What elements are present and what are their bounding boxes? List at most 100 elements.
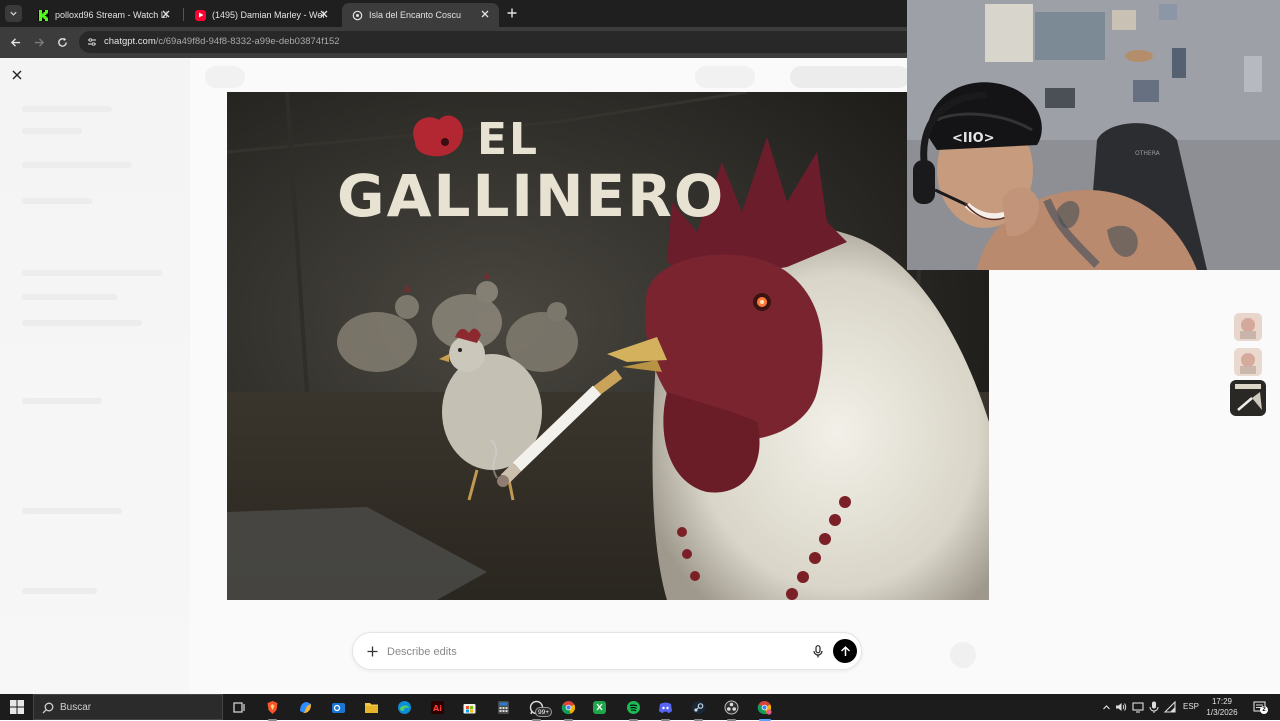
generated-image[interactable]: EL GALLINERO bbox=[227, 92, 989, 600]
close-icon bbox=[12, 70, 22, 80]
windows-taskbar: Buscar Ai 99+ ESP 17:29 1/3/2026 2 bbox=[0, 694, 1280, 721]
thumbnail-image bbox=[1234, 313, 1262, 341]
thumbnail-image bbox=[1234, 348, 1262, 376]
tab-title: (1495) Damian Marley - Welcom bbox=[212, 10, 324, 20]
taskbar-evernote[interactable] bbox=[590, 698, 609, 717]
rooster-smoking-illustration: EL GALLINERO bbox=[227, 92, 989, 600]
search-icon bbox=[42, 702, 54, 714]
taskbar-adobe[interactable]: Ai bbox=[428, 698, 447, 717]
taskbar-file-explorer[interactable] bbox=[362, 698, 381, 717]
taskbar-chrome-profile[interactable] bbox=[755, 698, 774, 721]
url-domain: chatgpt.com bbox=[104, 36, 156, 47]
tab-kick[interactable]: polloxd96 Stream - Watch Live bbox=[28, 3, 180, 27]
whatsapp-badge: 99+ bbox=[535, 707, 553, 717]
youtube-icon bbox=[195, 9, 206, 21]
edge-icon bbox=[398, 701, 411, 714]
tab-chatgpt[interactable]: Isla del Encanto Coscu bbox=[342, 3, 499, 27]
taskbar-whatsapp[interactable]: 99+ bbox=[527, 698, 553, 721]
address-bar[interactable]: chatgpt.com/c/69a49f8d-94f8-8332-a99e-de… bbox=[79, 31, 919, 53]
close-viewer-button[interactable] bbox=[11, 69, 23, 81]
taskbar-obs[interactable] bbox=[722, 698, 741, 721]
brave-icon bbox=[267, 701, 278, 714]
site-settings-icon[interactable] bbox=[87, 37, 97, 47]
taskbar-steam[interactable] bbox=[689, 698, 708, 721]
tab-divider bbox=[183, 8, 184, 21]
notification-center-button[interactable]: 2 bbox=[1253, 700, 1268, 714]
taskbar-chrome[interactable] bbox=[559, 698, 578, 721]
background-header-item bbox=[790, 66, 910, 88]
microphone-icon bbox=[1149, 701, 1159, 713]
system-clock[interactable]: 17:29 1/3/2026 bbox=[1200, 696, 1244, 718]
folder-icon bbox=[365, 703, 378, 713]
image-thumbnail[interactable] bbox=[1234, 313, 1262, 341]
add-attachment-button[interactable] bbox=[365, 644, 379, 658]
reload-icon bbox=[57, 37, 67, 47]
forward-button[interactable] bbox=[32, 35, 46, 49]
send-button[interactable] bbox=[833, 639, 857, 663]
windows-start-icon[interactable] bbox=[10, 700, 24, 714]
tray-display[interactable] bbox=[1132, 701, 1144, 713]
chrome-profile-icon bbox=[757, 701, 772, 715]
taskbar-calculator[interactable] bbox=[494, 698, 513, 717]
svg-text:Ai: Ai bbox=[433, 704, 442, 713]
close-tab-icon[interactable] bbox=[479, 8, 491, 20]
logo-word-el: EL bbox=[477, 114, 539, 165]
thumbnail-image bbox=[1230, 380, 1266, 416]
taskbar-discord[interactable] bbox=[656, 698, 675, 721]
tab-title: polloxd96 Stream - Watch Live bbox=[55, 10, 167, 20]
url-path: /c/69a49f8d-94f8-8332-a99e-deb03874f152 bbox=[155, 36, 340, 47]
tray-volume[interactable] bbox=[1115, 701, 1127, 713]
plus-icon bbox=[367, 646, 377, 656]
kick-icon bbox=[38, 9, 49, 21]
tab-title: Isla del Encanto Coscu bbox=[369, 10, 462, 20]
speaker-icon bbox=[1116, 703, 1127, 711]
plus-icon bbox=[507, 8, 517, 18]
microphone-button[interactable] bbox=[811, 643, 825, 659]
image-thumbnail-selected[interactable] bbox=[1230, 380, 1266, 416]
taskbar-search-box[interactable]: Buscar bbox=[33, 694, 223, 720]
taskbar-store[interactable] bbox=[460, 698, 479, 717]
background-header-item bbox=[695, 66, 755, 88]
cap-logo: <IIO> bbox=[952, 131, 995, 146]
monitor-icon bbox=[1132, 702, 1144, 713]
back-button[interactable] bbox=[8, 35, 22, 49]
clock-date: 1/3/2026 bbox=[1206, 708, 1238, 717]
arrow-right-icon bbox=[34, 37, 44, 47]
chatgpt-icon bbox=[352, 10, 363, 21]
steam-icon bbox=[692, 701, 705, 714]
microphone-icon bbox=[813, 644, 823, 657]
tab-youtube[interactable]: (1495) Damian Marley - Welcom bbox=[185, 3, 338, 27]
close-tab-icon[interactable] bbox=[160, 8, 172, 20]
taskbar-brave[interactable] bbox=[263, 698, 282, 721]
chrome-icon bbox=[561, 701, 576, 715]
new-tab-button[interactable] bbox=[505, 6, 519, 20]
describe-edits-input[interactable] bbox=[387, 643, 787, 661]
chair-brand: OTHERA bbox=[1135, 150, 1161, 157]
chevron-up-icon bbox=[1102, 704, 1110, 709]
notification-count: 2 bbox=[1260, 706, 1268, 714]
chevron-down-icon bbox=[10, 11, 17, 16]
taskbar-edge[interactable] bbox=[395, 698, 414, 717]
adobe-icon: Ai bbox=[431, 701, 444, 714]
streamer-webcam-feed: OTHERA <IIO> bbox=[907, 0, 1280, 270]
taskbar-copilot[interactable] bbox=[296, 698, 315, 717]
wifi-icon bbox=[1164, 701, 1176, 713]
taskbar-spotify[interactable] bbox=[624, 698, 643, 721]
image-thumbnail[interactable] bbox=[1234, 348, 1262, 376]
reload-button[interactable] bbox=[55, 35, 69, 49]
background-header-item bbox=[205, 66, 245, 88]
copilot-icon bbox=[300, 702, 311, 713]
logo-word-gallinero: GALLINERO bbox=[337, 162, 725, 230]
taskbar-outlook[interactable] bbox=[329, 698, 348, 717]
tray-microphone[interactable] bbox=[1148, 701, 1160, 713]
calculator-icon bbox=[498, 701, 509, 714]
task-view-button[interactable] bbox=[230, 698, 249, 717]
tray-network[interactable] bbox=[1164, 701, 1176, 713]
evernote-icon bbox=[593, 701, 606, 714]
input-language[interactable]: ESP bbox=[1183, 702, 1199, 711]
show-hidden-icons-button[interactable] bbox=[1100, 701, 1112, 713]
search-label: Buscar bbox=[60, 702, 92, 713]
tab-search-button[interactable] bbox=[5, 5, 22, 22]
close-tab-icon[interactable] bbox=[318, 8, 330, 20]
task-view-icon bbox=[233, 702, 245, 713]
